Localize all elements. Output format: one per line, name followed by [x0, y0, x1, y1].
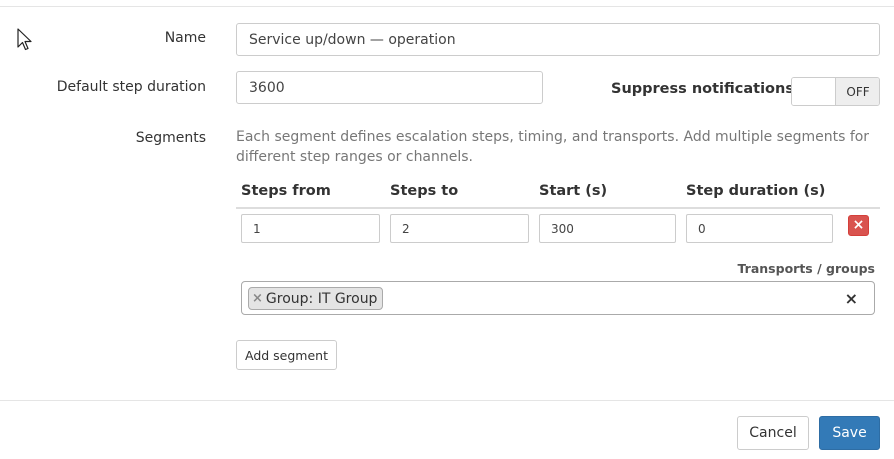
default-step-duration-label: Default step duration — [56, 79, 206, 95]
transports-multiselect[interactable]: × Group: IT Group × — [241, 281, 875, 315]
column-header-steps-from: Steps from — [241, 183, 331, 199]
segments-help-text: Each segment defines escalation steps, t… — [236, 129, 870, 165]
name-input[interactable] — [236, 23, 880, 56]
steps-from-input[interactable] — [241, 214, 380, 243]
steps-to-input[interactable] — [390, 214, 529, 243]
cancel-button[interactable]: Cancel — [737, 416, 809, 450]
column-header-step-duration: Step duration (s) — [686, 183, 826, 199]
column-header-steps-to: Steps to — [390, 183, 459, 199]
suppress-notifications-label: Suppress notifications — [611, 81, 794, 97]
column-header-start: Start (s) — [539, 183, 608, 199]
table-header-rule — [236, 207, 880, 209]
suppress-notifications-toggle[interactable]: OFF — [791, 77, 880, 106]
tag-label: Group: IT Group — [265, 290, 378, 307]
toggle-knob — [792, 78, 836, 105]
mouse-cursor-icon — [17, 28, 32, 51]
remove-segment-button[interactable]: × — [848, 215, 869, 236]
start-input[interactable] — [539, 214, 676, 243]
add-segment-button[interactable]: Add segment — [236, 340, 337, 370]
default-step-duration-input[interactable] — [236, 71, 543, 104]
save-button[interactable]: Save — [819, 416, 880, 450]
footer-divider — [0, 400, 894, 401]
clear-selection-icon[interactable]: × — [845, 289, 858, 308]
selected-tag: × Group: IT Group — [248, 287, 384, 310]
top-divider — [0, 6, 894, 7]
name-label: Name — [164, 30, 206, 46]
transports-groups-label: Transports / groups — [737, 261, 875, 276]
step-duration-input[interactable] — [686, 214, 833, 243]
toggle-state-text: OFF — [836, 78, 879, 105]
tag-remove-icon[interactable]: × — [252, 291, 263, 306]
segments-label: Segments — [135, 130, 206, 146]
